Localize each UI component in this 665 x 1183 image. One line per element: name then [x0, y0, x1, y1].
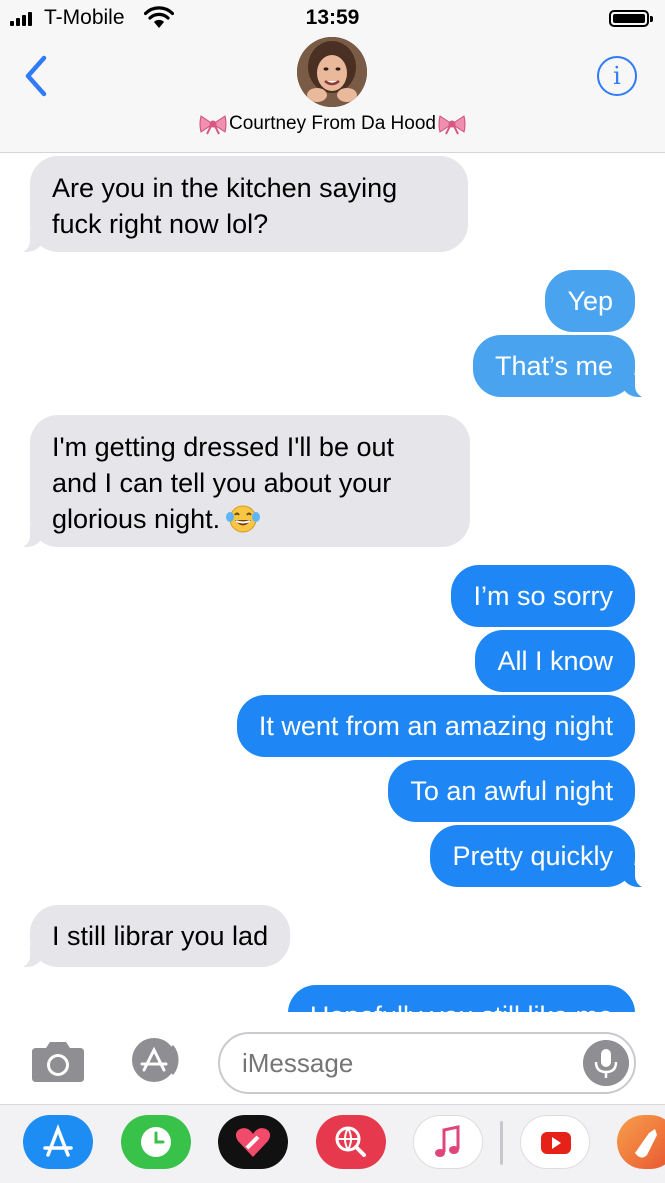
garageband-app-icon[interactable] — [617, 1115, 665, 1169]
message-sent[interactable]: I’m so sorry — [451, 565, 635, 627]
message-sent[interactable]: Pretty quickly — [430, 825, 657, 888]
app-store-app-icon[interactable] — [23, 1115, 93, 1169]
message-sent[interactable]: Yep — [545, 270, 635, 332]
contact-name-button[interactable]: Courtney From Da Hood — [0, 113, 665, 135]
back-chevron-icon[interactable] — [18, 52, 58, 100]
message-sent[interactable]: All I know — [475, 630, 635, 692]
message-received[interactable]: Are you in the kitchen saying fuck right… — [8, 156, 468, 253]
bow-emoji-icon — [438, 115, 466, 135]
music-app-icon[interactable] — [413, 1115, 483, 1169]
digital-touch-app-icon[interactable] — [218, 1115, 288, 1169]
compose-bar — [0, 1012, 665, 1104]
message-text: I'm getting dressed I'll be out and I ca… — [52, 432, 394, 534]
message-sent[interactable]: To an awful night — [388, 760, 635, 822]
contact-name: Courtney From Da Hood — [229, 113, 436, 134]
clock-app-icon[interactable] — [121, 1115, 191, 1169]
info-button[interactable]: i — [597, 56, 637, 96]
image-search-app-icon[interactable] — [316, 1115, 386, 1169]
microphone-icon[interactable] — [583, 1040, 629, 1086]
camera-icon[interactable] — [28, 1038, 88, 1086]
status-time: 13:59 — [305, 6, 360, 29]
battery-icon — [609, 10, 653, 27]
contact-avatar[interactable] — [297, 37, 367, 107]
laughing-emoji-icon — [226, 505, 261, 533]
message-received[interactable]: I still librar you lad — [7, 905, 291, 968]
youtube-app-icon[interactable] — [520, 1115, 590, 1169]
conversation-header: T-Mobile 13:59 Courtney From Da Hood i — [0, 0, 665, 153]
imessage-input[interactable] — [218, 1032, 636, 1094]
bow-emoji-icon — [199, 115, 227, 135]
app-drawer-divider — [500, 1121, 503, 1165]
app-drawer — [0, 1104, 665, 1183]
message-received[interactable]: I'm getting dressed I'll be out and I ca… — [8, 415, 470, 548]
message-sent[interactable]: It went from an amazing night — [236, 695, 635, 757]
message-sent[interactable]: That’s me — [472, 335, 658, 398]
status-bar: T-Mobile 13:59 — [0, 0, 665, 38]
info-icon: i — [613, 62, 621, 90]
app-store-icon[interactable] — [124, 1036, 184, 1084]
